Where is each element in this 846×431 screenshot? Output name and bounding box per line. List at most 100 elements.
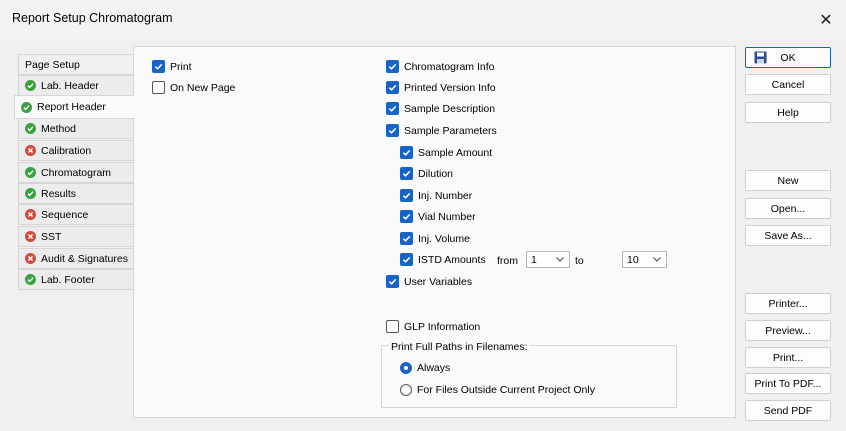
send-pdf-button[interactable]: Send PDF	[745, 400, 831, 421]
open-label: Open...	[770, 202, 806, 215]
checkbox-unchecked-icon	[386, 320, 399, 333]
checkbox-checked-icon	[386, 60, 399, 73]
close-icon: ✕	[819, 12, 833, 29]
tab-label: Calibration	[41, 144, 92, 157]
check-circle-icon	[25, 188, 36, 199]
error-circle-icon	[25, 145, 36, 156]
check-circle-icon	[25, 123, 36, 134]
user-variables-checkbox[interactable]: User Variables	[386, 275, 472, 288]
printer-label: Printer...	[768, 297, 808, 310]
tab-calibration[interactable]: Calibration	[18, 140, 134, 161]
tab-lab-footer[interactable]: Lab. Footer	[18, 269, 134, 290]
tab-sequence[interactable]: Sequence	[18, 204, 134, 225]
user-variables-label: User Variables	[404, 275, 473, 288]
tab-results[interactable]: Results	[18, 183, 134, 204]
tab-label: Lab. Header	[41, 79, 99, 92]
error-circle-icon	[25, 209, 36, 220]
istd-from-label: from	[497, 255, 518, 267]
tab-label: Lab. Footer	[41, 273, 95, 286]
check-circle-icon	[25, 274, 36, 285]
checkbox-checked-icon	[400, 189, 413, 202]
ok-label: OK	[780, 51, 796, 64]
checkbox-checked-icon	[400, 253, 413, 266]
tab-audit-signatures[interactable]: Audit & Signatures	[18, 248, 134, 269]
istd-to-value: 10	[627, 253, 639, 266]
checkbox-checked-icon	[152, 60, 165, 73]
tab-label: Sequence	[41, 208, 89, 221]
preview-button[interactable]: Preview...	[745, 320, 831, 341]
radio-selected-icon	[400, 362, 412, 374]
print-button-label: Print...	[772, 351, 804, 364]
chromatogram-info-checkbox[interactable]: Chromatogram Info	[386, 60, 494, 73]
istd-amounts-checkbox[interactable]: ISTD Amounts	[400, 253, 486, 266]
tab-chromatogram[interactable]: Chromatogram	[18, 162, 134, 183]
istd-from-select[interactable]: 1	[526, 251, 570, 268]
error-circle-icon	[25, 253, 36, 264]
chromatogram-info-label: Chromatogram Info	[404, 60, 495, 73]
error-circle-icon	[25, 231, 36, 242]
sample-parameters-checkbox[interactable]: Sample Parameters	[386, 124, 497, 137]
glp-information-label: GLP Information	[404, 320, 481, 333]
new-button[interactable]: New	[745, 170, 831, 191]
open-button[interactable]: Open...	[745, 198, 831, 219]
checkbox-checked-icon	[400, 146, 413, 159]
tab-label: SST	[41, 230, 62, 243]
outside-project-label: For Files Outside Current Project Only	[417, 384, 595, 396]
checkbox-checked-icon	[386, 81, 399, 94]
tab-report-header[interactable]: Report Header	[14, 95, 134, 119]
on-new-page-checkbox[interactable]: On New Page	[152, 81, 235, 94]
ok-button[interactable]: OK	[745, 47, 831, 68]
tab-sst[interactable]: SST	[18, 226, 134, 247]
print-button[interactable]: Print...	[745, 347, 831, 368]
tab-method[interactable]: Method	[18, 118, 134, 139]
sample-amount-label: Sample Amount	[418, 146, 493, 159]
sample-parameters-label: Sample Parameters	[404, 124, 497, 137]
printed-version-info-checkbox[interactable]: Printed Version Info	[386, 81, 496, 94]
dilution-checkbox[interactable]: Dilution	[400, 167, 453, 180]
inj-volume-checkbox[interactable]: Inj. Volume	[400, 232, 470, 245]
close-button[interactable]: ✕	[806, 0, 846, 40]
help-label: Help	[777, 106, 799, 119]
sample-amount-checkbox[interactable]: Sample Amount	[400, 146, 492, 159]
cancel-label: Cancel	[771, 78, 805, 91]
full-paths-group	[381, 345, 677, 408]
printed-version-info-label: Printed Version Info	[404, 81, 496, 94]
check-circle-icon	[25, 80, 36, 91]
istd-to-select[interactable]: 10	[622, 251, 667, 268]
tab-page-setup[interactable]: Page Setup	[18, 54, 134, 75]
outside-project-radio[interactable]: For Files Outside Current Project Only	[400, 384, 595, 396]
inj-volume-label: Inj. Volume	[418, 232, 470, 245]
vial-number-checkbox[interactable]: Vial Number	[400, 210, 476, 223]
print-checkbox[interactable]: Print	[152, 60, 192, 73]
sample-description-checkbox[interactable]: Sample Description	[386, 102, 495, 115]
checkbox-unchecked-icon	[152, 81, 165, 94]
cancel-button[interactable]: Cancel	[745, 74, 831, 95]
istd-amounts-label: ISTD Amounts	[418, 253, 486, 266]
inj-number-checkbox[interactable]: Inj. Number	[400, 189, 472, 202]
help-button[interactable]: Help	[745, 102, 831, 123]
checkbox-checked-icon	[400, 232, 413, 245]
tab-label: Method	[41, 122, 77, 135]
istd-from-value: 1	[531, 253, 537, 266]
full-paths-group-label: Print Full Paths in Filenames:	[389, 341, 530, 353]
checkbox-checked-icon	[386, 275, 399, 288]
checkbox-checked-icon	[386, 124, 399, 137]
save-as-label: Save As...	[764, 229, 812, 242]
new-label: New	[777, 174, 799, 187]
save-as-button[interactable]: Save As...	[745, 225, 831, 246]
istd-to-label: to	[575, 255, 584, 267]
tab-label: Page Setup	[25, 58, 80, 71]
tab-label: Audit & Signatures	[41, 252, 128, 265]
always-label: Always	[417, 362, 451, 374]
printer-button[interactable]: Printer...	[745, 293, 831, 314]
glp-information-checkbox[interactable]: GLP Information	[386, 320, 480, 333]
radio-unselected-icon	[400, 384, 412, 396]
send-pdf-label: Send PDF	[763, 404, 813, 417]
chevron-down-icon	[556, 257, 564, 262]
chevron-down-icon	[653, 257, 661, 262]
title-bar: Report Setup Chromatogram ✕	[0, 0, 846, 40]
print-to-pdf-button[interactable]: Print To PDF...	[745, 373, 831, 394]
tab-lab-header[interactable]: Lab. Header	[18, 75, 134, 96]
check-circle-icon	[25, 167, 36, 178]
always-radio[interactable]: Always	[400, 362, 450, 374]
